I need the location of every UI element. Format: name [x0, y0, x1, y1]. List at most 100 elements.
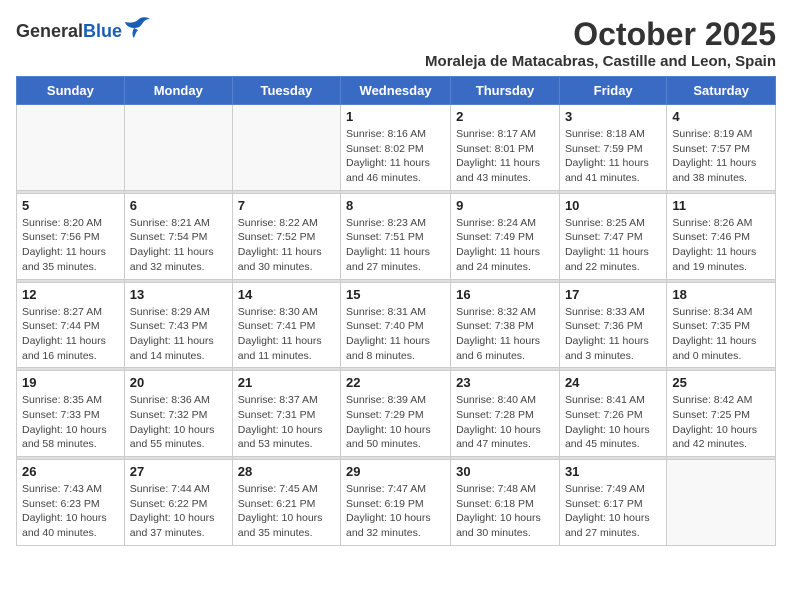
day-number: 13	[130, 287, 227, 302]
weekday-header-row: SundayMondayTuesdayWednesdayThursdayFrid…	[17, 77, 776, 105]
calendar-cell: 1Sunrise: 8:16 AM Sunset: 8:02 PM Daylig…	[341, 105, 451, 191]
day-number: 9	[456, 198, 554, 213]
calendar-cell: 22 Sunrise: 8:39 AM Sunset: 7:29 PM Dayli…	[341, 371, 451, 457]
day-number: 4	[672, 109, 770, 124]
calendar-cell: 29 Sunrise: 7:47 AM Sunset: 6:19 PM Dayli…	[341, 460, 451, 546]
day-info: Sunrise: 8:25 AM Sunset: 7:47 PM Dayligh…	[565, 216, 661, 275]
day-info: Sunrise: 8:39 AM Sunset: 7:29 PM Dayligh…	[346, 393, 445, 452]
day-info: Sunrise: 8:20 AM Sunset: 7:56 PM Dayligh…	[22, 216, 119, 275]
calendar-cell: 14Sunrise: 8:30 AM Sunset: 7:41 PM Dayli…	[232, 282, 340, 368]
day-info: Sunrise: 8:19 AM Sunset: 7:57 PM Dayligh…	[672, 127, 770, 186]
calendar-table: SundayMondayTuesdayWednesdayThursdayFrid…	[16, 76, 776, 546]
day-info: Sunrise: 8:23 AM Sunset: 7:51 PM Dayligh…	[346, 216, 445, 275]
day-number: 22	[346, 375, 445, 390]
day-info: Sunrise: 8:27 AM Sunset: 7:44 PM Dayligh…	[22, 305, 119, 364]
day-info: Sunrise: 8:40 AM Sunset: 7:28 PM Dayligh…	[456, 393, 554, 452]
calendar-cell: 20 Sunrise: 8:36 AM Sunset: 7:32 PM Dayli…	[124, 371, 232, 457]
day-number: 29	[346, 464, 445, 479]
calendar-cell: 11 Sunrise: 8:26 AM Sunset: 7:46 PM Dayli…	[667, 193, 776, 279]
day-number: 24	[565, 375, 661, 390]
day-number: 6	[130, 198, 227, 213]
day-number: 31	[565, 464, 661, 479]
day-number: 3	[565, 109, 661, 124]
calendar-cell: 24 Sunrise: 8:41 AM Sunset: 7:26 PM Dayli…	[559, 371, 666, 457]
logo-bird-icon	[124, 16, 152, 46]
weekday-header-thursday: Thursday	[451, 77, 560, 105]
day-number: 30	[456, 464, 554, 479]
header: GeneralBlue October 2025 Moraleja de Mat…	[16, 16, 776, 70]
day-number: 11	[672, 198, 770, 213]
day-info: Sunrise: 8:24 AM Sunset: 7:49 PM Dayligh…	[456, 216, 554, 275]
month-title: October 2025	[425, 16, 776, 53]
day-info: Sunrise: 7:49 AM Sunset: 6:17 PM Dayligh…	[565, 482, 661, 541]
calendar-cell: 8Sunrise: 8:23 AM Sunset: 7:51 PM Daylig…	[341, 193, 451, 279]
day-info: Sunrise: 7:45 AM Sunset: 6:21 PM Dayligh…	[238, 482, 335, 541]
weekday-header-sunday: Sunday	[17, 77, 125, 105]
title-area: October 2025 Moraleja de Matacabras, Cas…	[425, 16, 776, 70]
calendar-week-row: 1Sunrise: 8:16 AM Sunset: 8:02 PM Daylig…	[17, 105, 776, 191]
day-info: Sunrise: 8:36 AM Sunset: 7:32 PM Dayligh…	[130, 393, 227, 452]
calendar-cell	[232, 105, 340, 191]
day-number: 25	[672, 375, 770, 390]
calendar-cell: 30 Sunrise: 7:48 AM Sunset: 6:18 PM Dayli…	[451, 460, 560, 546]
day-number: 1	[346, 109, 445, 124]
day-number: 26	[22, 464, 119, 479]
day-number: 5	[22, 198, 119, 213]
day-number: 19	[22, 375, 119, 390]
day-info: Sunrise: 8:29 AM Sunset: 7:43 PM Dayligh…	[130, 305, 227, 364]
calendar-cell: 4 Sunrise: 8:19 AM Sunset: 7:57 PM Daylig…	[667, 105, 776, 191]
calendar-cell	[667, 460, 776, 546]
day-number: 2	[456, 109, 554, 124]
day-info: Sunrise: 8:18 AM Sunset: 7:59 PM Dayligh…	[565, 127, 661, 186]
calendar-cell: 17Sunrise: 8:33 AM Sunset: 7:36 PM Dayli…	[559, 282, 666, 368]
day-info: Sunrise: 8:33 AM Sunset: 7:36 PM Dayligh…	[565, 305, 661, 364]
day-info: Sunrise: 8:17 AM Sunset: 8:01 PM Dayligh…	[456, 127, 554, 186]
day-number: 10	[565, 198, 661, 213]
day-number: 12	[22, 287, 119, 302]
day-info: Sunrise: 7:43 AM Sunset: 6:23 PM Dayligh…	[22, 482, 119, 541]
calendar-week-row: 5 Sunrise: 8:20 AM Sunset: 7:56 PM Daylig…	[17, 193, 776, 279]
day-number: 14	[238, 287, 335, 302]
location-subtitle: Moraleja de Matacabras, Castille and Leo…	[425, 53, 776, 70]
calendar-cell: 12 Sunrise: 8:27 AM Sunset: 7:44 PM Dayli…	[17, 282, 125, 368]
calendar-cell: 13 Sunrise: 8:29 AM Sunset: 7:43 PM Dayli…	[124, 282, 232, 368]
calendar-cell: 27 Sunrise: 7:44 AM Sunset: 6:22 PM Dayli…	[124, 460, 232, 546]
day-info: Sunrise: 7:47 AM Sunset: 6:19 PM Dayligh…	[346, 482, 445, 541]
weekday-header-tuesday: Tuesday	[232, 77, 340, 105]
day-info: Sunrise: 8:34 AM Sunset: 7:35 PM Dayligh…	[672, 305, 770, 364]
day-number: 27	[130, 464, 227, 479]
calendar-cell: 18 Sunrise: 8:34 AM Sunset: 7:35 PM Dayli…	[667, 282, 776, 368]
calendar-cell: 28Sunrise: 7:45 AM Sunset: 6:21 PM Dayli…	[232, 460, 340, 546]
calendar-cell: 5 Sunrise: 8:20 AM Sunset: 7:56 PM Daylig…	[17, 193, 125, 279]
day-info: Sunrise: 8:21 AM Sunset: 7:54 PM Dayligh…	[130, 216, 227, 275]
day-info: Sunrise: 8:41 AM Sunset: 7:26 PM Dayligh…	[565, 393, 661, 452]
calendar-week-row: 26 Sunrise: 7:43 AM Sunset: 6:23 PM Dayli…	[17, 460, 776, 546]
logo-text: GeneralBlue	[16, 21, 122, 42]
weekday-header-monday: Monday	[124, 77, 232, 105]
day-info: Sunrise: 8:22 AM Sunset: 7:52 PM Dayligh…	[238, 216, 335, 275]
calendar-week-row: 19Sunrise: 8:35 AM Sunset: 7:33 PM Dayli…	[17, 371, 776, 457]
day-info: Sunrise: 7:44 AM Sunset: 6:22 PM Dayligh…	[130, 482, 227, 541]
day-number: 18	[672, 287, 770, 302]
calendar-cell: 23Sunrise: 8:40 AM Sunset: 7:28 PM Dayli…	[451, 371, 560, 457]
day-info: Sunrise: 8:26 AM Sunset: 7:46 PM Dayligh…	[672, 216, 770, 275]
calendar-cell: 10 Sunrise: 8:25 AM Sunset: 7:47 PM Dayli…	[559, 193, 666, 279]
calendar-cell: 19Sunrise: 8:35 AM Sunset: 7:33 PM Dayli…	[17, 371, 125, 457]
calendar-cell: 7 Sunrise: 8:22 AM Sunset: 7:52 PM Daylig…	[232, 193, 340, 279]
calendar-cell: 16Sunrise: 8:32 AM Sunset: 7:38 PM Dayli…	[451, 282, 560, 368]
logo: GeneralBlue	[16, 16, 152, 46]
calendar-cell: 2 Sunrise: 8:17 AM Sunset: 8:01 PM Daylig…	[451, 105, 560, 191]
calendar-cell: 3 Sunrise: 8:18 AM Sunset: 7:59 PM Daylig…	[559, 105, 666, 191]
calendar-cell: 26 Sunrise: 7:43 AM Sunset: 6:23 PM Dayli…	[17, 460, 125, 546]
calendar-cell: 15Sunrise: 8:31 AM Sunset: 7:40 PM Dayli…	[341, 282, 451, 368]
calendar-cell: 25Sunrise: 8:42 AM Sunset: 7:25 PM Dayli…	[667, 371, 776, 457]
day-number: 21	[238, 375, 335, 390]
calendar-cell: 21 Sunrise: 8:37 AM Sunset: 7:31 PM Dayli…	[232, 371, 340, 457]
day-number: 20	[130, 375, 227, 390]
calendar-cell: 6 Sunrise: 8:21 AM Sunset: 7:54 PM Daylig…	[124, 193, 232, 279]
day-info: Sunrise: 7:48 AM Sunset: 6:18 PM Dayligh…	[456, 482, 554, 541]
day-number: 7	[238, 198, 335, 213]
day-info: Sunrise: 8:37 AM Sunset: 7:31 PM Dayligh…	[238, 393, 335, 452]
weekday-header-friday: Friday	[559, 77, 666, 105]
day-number: 16	[456, 287, 554, 302]
